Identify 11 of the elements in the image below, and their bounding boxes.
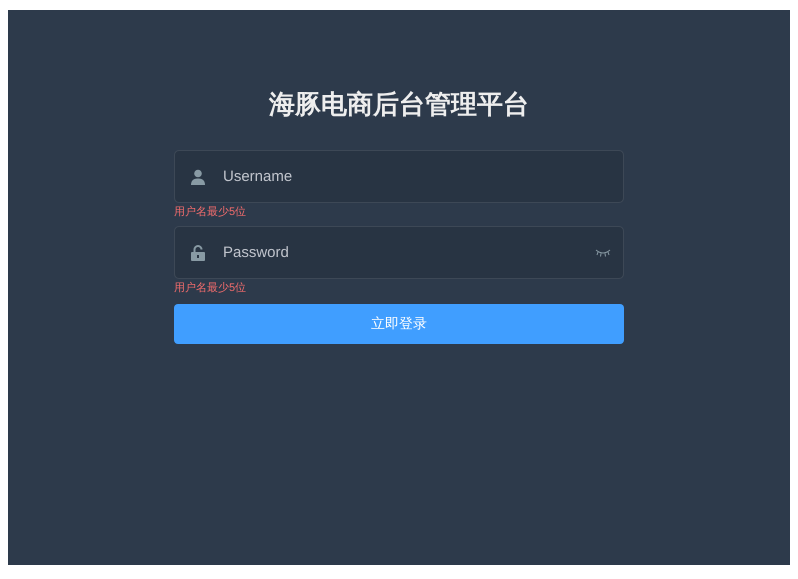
closed-eye-icon[interactable] [595, 248, 611, 258]
lock-icon [191, 244, 205, 260]
password-field[interactable]: Password [174, 226, 624, 279]
password-input[interactable]: Password [221, 236, 595, 268]
error-message: 用户名最少5位 [174, 282, 246, 294]
error-message: 用户名最少5位 [174, 206, 246, 218]
login-button[interactable]: 立即登录 [174, 304, 624, 344]
user-icon [191, 168, 205, 184]
page-title: 海豚电商后台管理平台 [269, 88, 529, 120]
username-field[interactable]: Username [174, 150, 624, 203]
username-input[interactable]: Username [221, 160, 611, 192]
